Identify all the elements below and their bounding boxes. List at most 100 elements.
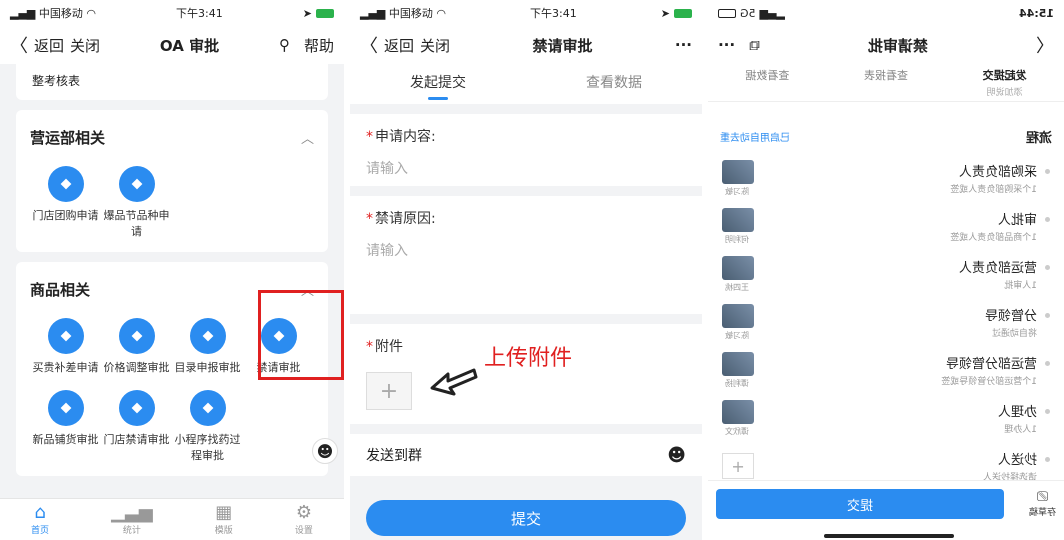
tab-stats[interactable]: ▁▃▅ 统计 [111,503,153,537]
send-to-group-row[interactable]: 发送到群 ☻ [350,434,702,476]
ban-request-form-screen: ▂▄▆ 中国移动 ◠ 下午3:41 ➤ 〈 返回 关闭 禁请审批 ··· 发起提… [350,0,702,540]
flow-step[interactable]: 营运部负责人 1人审批 王四桃 [708,250,1064,298]
tab-reports[interactable]: 查看报表 [827,64,946,101]
bottom-tab-bar: ⌂ 首页 ▁▃▅ 统计 ▦ 模版 ⚙ 设置 [0,498,344,540]
app-tile[interactable]: 新品铺货审批 [30,390,101,464]
flow-step[interactable]: 审批人 1个商品部负责人或签 何利明 [708,202,1064,250]
mirrored-approval-flow-screen: 15:44 ▂▄▆ 5G 〈 禁请审批 ⧉ ··· 发起提交 添加说明 查看报表 查看… [708,0,1064,540]
location-icon: ➤ [660,6,670,20]
app-tile[interactable]: 价格调整审批 [101,318,172,376]
close-button[interactable]: 关闭 [70,35,100,56]
person-photo [722,399,754,424]
app-tile[interactable]: 小程序找药过程审批 [172,390,243,464]
tab-view-data[interactable]: 查看数据 [708,64,827,101]
step-dot [1045,169,1050,174]
signal-icon: ▂▄▆ [360,7,389,20]
auto-dedupe-link[interactable]: 已启用自动去重 [720,129,790,144]
submit-button[interactable]: 提交 [716,489,1004,519]
field-attachment: * 附件 + [350,324,702,424]
signal-icon: ▂▄▆ [759,6,785,20]
mirrored-content: 15:44 ▂▄▆ 5G 〈 禁请审批 ⧉ ··· 发起提交 添加说明 查看报表 查看… [708,0,1064,540]
tab-submit[interactable]: 发起提交 [350,64,526,104]
page-title: OA 审批 [159,36,220,55]
form-tabs: 发起提交 添加说明 查看报表 查看数据 [708,64,1064,102]
tab-settings[interactable]: ⚙ 设置 [295,503,313,537]
app-label: 价格调整审批 [103,361,170,374]
approval-icon [47,390,84,426]
avatar[interactable]: 何利明 [720,207,754,245]
list-item[interactable]: 整考核表 [16,64,328,100]
battery-icon [316,8,334,18]
field-reason[interactable]: * 禁请原因: 请输入 [350,196,702,314]
app-tile[interactable]: 爆品节品种申请 [101,166,172,240]
back-chevron-icon[interactable]: 〈 [10,32,28,58]
search-icon[interactable]: ⚲ [279,36,290,54]
add-cc-button[interactable]: + [720,453,754,479]
status-bar: 15:44 ▂▄▆ 5G [708,0,1064,26]
step-name: 审批人 [997,213,1037,228]
flow-step[interactable]: 办理人 1人办理 谭欣文 [708,394,1064,442]
field-content[interactable]: * 申请内容: 请输入 [350,114,702,186]
avatar[interactable]: 谭利扬 [720,351,754,389]
flow-step[interactable]: 采购部负责人 1个采购部负责人或签 陈习敏 [708,154,1064,202]
step-name: 分管领导 [984,309,1037,324]
tab-home[interactable]: ⌂ 首页 [31,503,49,537]
content-input[interactable]: 请输入 [366,158,686,178]
help-button[interactable]: 帮助 [304,35,334,56]
back-chevron-icon[interactable]: 〈 [1036,32,1054,58]
close-button[interactable]: 关闭 [420,35,450,56]
back-button[interactable]: 返回 [34,35,64,56]
tab-templates[interactable]: ▦ 模版 [215,503,233,537]
app-tile[interactable]: 目录申报审批 [172,318,243,376]
back-button[interactable]: 返回 [384,35,414,56]
approval-icon [118,390,155,426]
app-tile[interactable]: 买贵补差申请 [30,318,101,376]
approval-icon [189,318,226,354]
app-list[interactable]: 整考核表 营运部相关 ︿ 门店团购申请 爆品节品种申请 商品相关 ︿ 买贵补差申… [0,64,344,498]
flow-step[interactable]: 分管领导将自动通过 陈习敏 [708,298,1064,346]
collapse-chevron-icon[interactable]: ︿ [301,128,314,147]
form-tabs: 发起提交 查看数据 [350,64,702,104]
more-button[interactable]: ··· [675,36,692,54]
avatar[interactable]: 陈习敏 [720,159,754,197]
add-attachment-button[interactable]: + [366,372,412,410]
oa-approval-screen: ▂▄▆ 中国移动 ◠ 下午3:41 ➤ 〈 返回 关闭 OA 审批 ⚲ 帮助 整… [0,0,344,540]
partial-text: 添加说明 [986,88,1023,98]
app-tile[interactable]: 门店禁请审批 [101,390,172,464]
person-name: 王四桃 [725,282,749,292]
reason-input[interactable]: 请输入 [366,240,686,260]
flow-step[interactable]: 营运部分管领导 1个营运部分管领导或签 谭利扬 [708,346,1064,394]
person-photo [722,255,754,280]
send-to-group-label: 发送到群 [366,448,422,464]
status-bar: ▂▄▆ 中国移动 ◠ 下午3:41 ➤ [0,0,344,26]
share-icon[interactable]: ⧉ [749,36,760,54]
flow-header: 流程 已启用自动去重 [708,118,1064,154]
page-title: 禁请审批 [867,36,928,55]
avatar[interactable]: 谭欣文 [720,399,754,437]
assistant-robot-icon[interactable]: ☻ [312,438,338,464]
bottom-bar: ⎚ 存草稿 提交 [708,480,1064,540]
more-button[interactable]: ··· [718,36,735,54]
arrow-left-icon [430,368,478,396]
tab-label: 统计 [122,526,141,536]
step-sub: 1个采购部负责人或签 [950,185,1037,195]
carrier-label: ▂▄▆ 中国移动 ◠ [360,7,446,20]
tab-view-data[interactable]: 查看数据 [526,64,702,104]
back-chevron-icon[interactable]: 〈 [360,32,378,58]
nav-bar: 〈 返回 关闭 禁请审批 ··· [350,26,702,64]
avatar[interactable]: 陈习敏 [720,303,754,341]
person-photo [722,159,754,184]
section-title: 营运部相关 [30,128,106,147]
save-draft-button[interactable]: ⎚ 存草稿 [1029,489,1056,518]
step-sub: 将自动通过 [991,329,1037,339]
step-name: 营运部负责人 [958,261,1037,276]
tab-submit[interactable]: 发起提交 添加说明 [945,64,1064,101]
required-mark: * [366,129,373,145]
avatar[interactable]: 王四桃 [720,255,754,293]
submit-button[interactable]: 提交 [366,500,686,536]
assistant-robot-icon[interactable]: ☻ [667,445,686,466]
wifi-icon: ◠ [86,7,96,20]
app-label: 新品铺货审批 [32,433,99,446]
field-label: 禁请原因: [375,211,436,227]
app-tile[interactable]: 门店团购申请 [30,166,101,240]
